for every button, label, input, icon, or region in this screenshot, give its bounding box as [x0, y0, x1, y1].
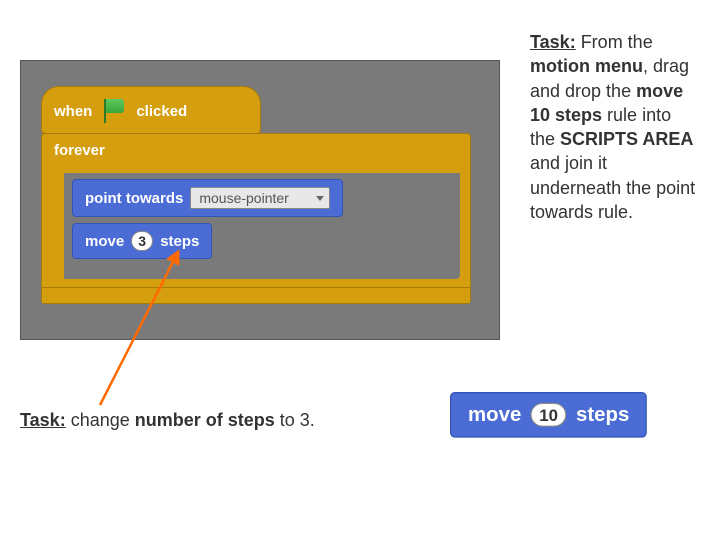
move-steps-input[interactable]: 3	[131, 231, 153, 251]
when-flag-clicked-block[interactable]: when clicked	[41, 86, 261, 134]
forever-block[interactable]: forever point towards mouse-pointer move…	[41, 133, 471, 304]
point-towards-label: point towards	[85, 190, 183, 207]
move-label-post: steps	[160, 233, 199, 250]
hat-word-when: when	[54, 103, 92, 120]
example-move-input[interactable]: 10	[531, 403, 566, 427]
example-move-post: steps	[576, 403, 629, 427]
example-move-block[interactable]: move 10 steps	[450, 392, 647, 438]
block-stack: when clicked forever point towards mouse…	[41, 86, 479, 304]
scripts-area: when clicked forever point towards mouse…	[20, 60, 500, 340]
task-bottom-prefix: Task:	[20, 410, 66, 430]
forever-body: point towards mouse-pointer move 3 steps	[64, 173, 460, 279]
move-label-pre: move	[85, 233, 124, 250]
c-block-bottom	[42, 287, 470, 303]
task-right-text: Task: From the motion menu, drag and dro…	[530, 30, 700, 224]
green-flag-icon	[100, 97, 128, 125]
task-bottom-text: Task: change number of steps to 3.	[20, 410, 315, 431]
task-right-prefix: Task:	[530, 32, 576, 52]
hat-word-clicked: clicked	[136, 103, 187, 120]
point-towards-block[interactable]: point towards mouse-pointer	[72, 179, 343, 217]
point-towards-dropdown[interactable]: mouse-pointer	[190, 187, 330, 209]
forever-label: forever	[42, 134, 470, 165]
example-move-pre: move	[468, 403, 521, 427]
move-steps-block[interactable]: move 3 steps	[72, 223, 212, 259]
